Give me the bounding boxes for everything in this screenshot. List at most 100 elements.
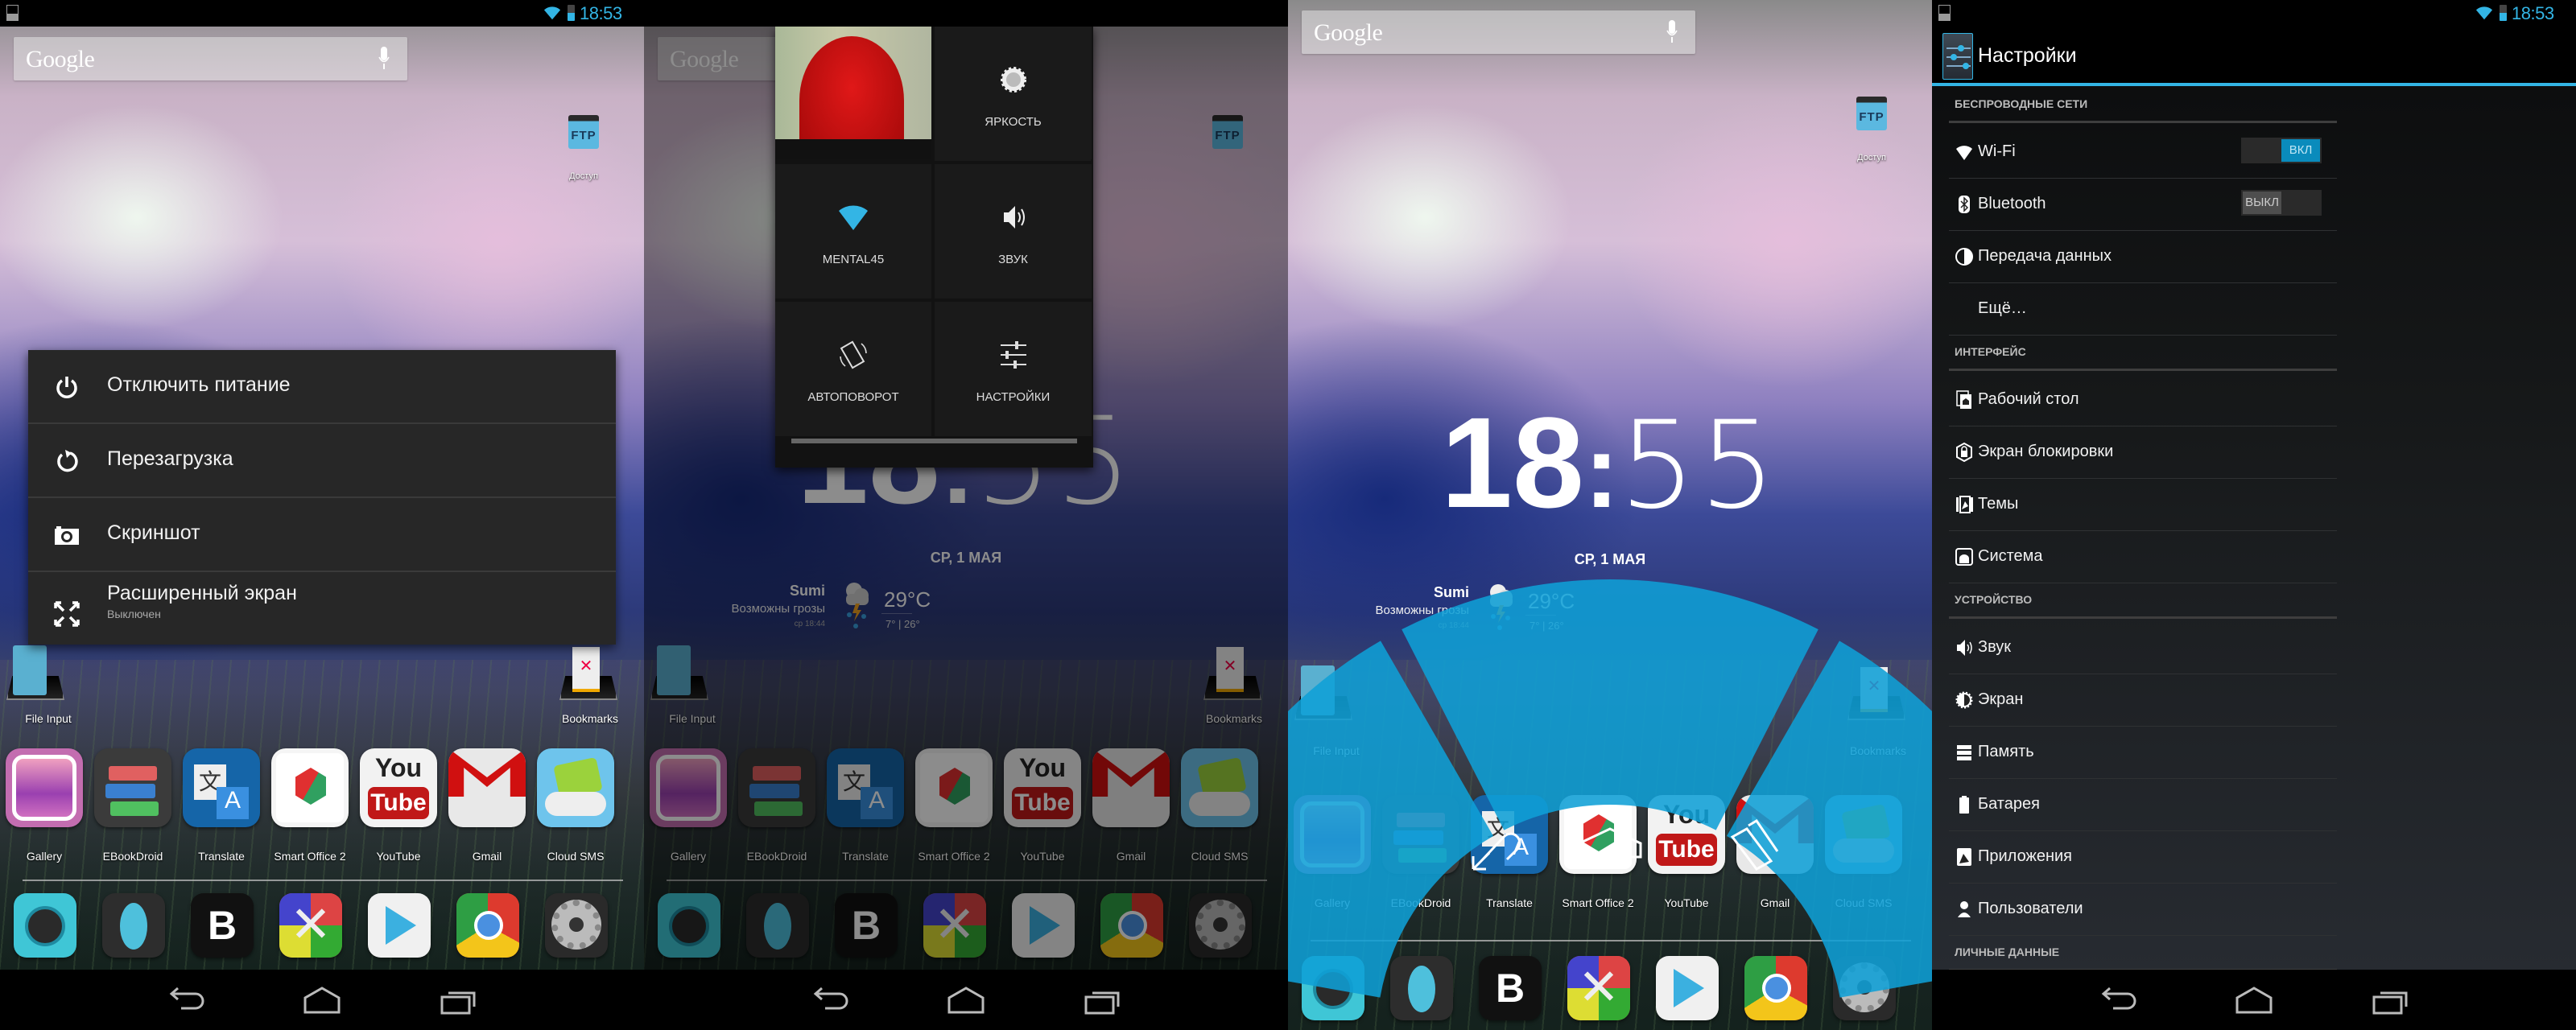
recent-apps-button[interactable]	[439, 984, 479, 1016]
app-youtube[interactable]: YouTube YouTube	[354, 748, 443, 863]
qs-autorotate-tile[interactable]: АВТОПОВОРОТ	[775, 302, 931, 436]
wifi-status-icon	[543, 5, 561, 21]
file-input-label: File Input	[25, 712, 72, 725]
dock-b-app[interactable]: B	[191, 893, 254, 958]
home-button[interactable]	[946, 984, 986, 1016]
settings-item-display[interactable]: Экран	[1949, 674, 2337, 727]
expanded-desktop-status: Выключен	[107, 608, 161, 620]
app-label: Gallery	[26, 850, 63, 863]
app-cloud-sms[interactable]: Cloud SMS	[531, 748, 620, 863]
home-button[interactable]	[302, 984, 342, 1016]
section-title: УСТРОЙСТВО	[1955, 593, 2033, 606]
dock-settings-gear[interactable]	[545, 893, 608, 958]
app-ebookdroid[interactable]: EBookDroid	[89, 748, 177, 863]
toggle-switch[interactable]: ВЫКЛ	[2241, 190, 2322, 216]
power-off-item[interactable]: Отключить питание	[28, 350, 616, 424]
settings-item-storage[interactable]: Память	[1949, 727, 2337, 779]
settings-sliders-icon	[1000, 341, 1026, 369]
battery-status-icon	[568, 5, 575, 21]
app-icon: 文A	[183, 748, 260, 827]
screenshot-notification-icon	[1938, 5, 1951, 21]
launcher-icon	[1956, 390, 1971, 409]
settings-app-icon[interactable]	[1942, 33, 1973, 80]
dock-orbit-app[interactable]	[14, 893, 76, 958]
section-title: ИНТЕРФЕЙС	[1955, 345, 2026, 358]
reboot-item[interactable]: Перезагрузка	[28, 424, 616, 498]
app-smart-office-2[interactable]: Smart Office 2	[266, 748, 354, 863]
dock-x-app[interactable]: ✕	[279, 893, 342, 958]
dock-play-store[interactable]	[368, 893, 431, 958]
ftp-shortcut[interactable]: FTP Доступ	[568, 115, 600, 181]
display-icon	[1955, 691, 1973, 709]
pie-home-icon	[1578, 827, 1642, 859]
mic-icon[interactable]	[378, 47, 390, 71]
app-icon	[94, 748, 171, 827]
dock-s-app[interactable]	[102, 893, 165, 958]
qs-autorotate-label: АВТОПОВОРОТ	[807, 390, 899, 404]
back-button[interactable]	[809, 984, 849, 1016]
app-gmail[interactable]: Gmail	[443, 748, 531, 863]
expand-icon	[54, 601, 80, 627]
reboot-icon	[57, 450, 78, 472]
settings-item-wifi[interactable]: Wi-Fi ВКЛ	[1949, 126, 2337, 179]
app-label: YouTube	[376, 850, 421, 863]
home-button[interactable]	[2234, 984, 2274, 1016]
app-label: Translate	[198, 850, 245, 863]
qs-wifi-tile[interactable]: MENTAL45	[775, 164, 931, 299]
storage-icon	[1957, 745, 1971, 760]
recent-apps-button[interactable]	[2371, 984, 2411, 1016]
navigation-bar	[0, 970, 644, 1030]
app-gallery[interactable]: Gallery	[0, 748, 89, 863]
settings-item-label: Ещё…	[1978, 299, 2027, 317]
settings-item-users[interactable]: Пользователи	[1949, 884, 2337, 936]
ftp-icon: FTP	[568, 115, 599, 149]
power-icon	[56, 377, 77, 398]
qs-brightness-tile[interactable]: ЯРКОСТЬ	[935, 27, 1092, 159]
user-tile[interactable]	[775, 27, 931, 159]
qs-settings-tile[interactable]: НАСТРОЙКИ	[935, 302, 1092, 436]
expanded-desktop-item[interactable]: Расширенный экран Выключен	[28, 572, 616, 645]
settings-item-label: Система	[1978, 547, 2043, 565]
bookmarks-folder[interactable]: ✕	[559, 644, 620, 700]
google-search-bar[interactable]: Google	[14, 37, 407, 80]
settings-item-bluetooth[interactable]: Bluetooth ВЫКЛ	[1949, 179, 2337, 231]
app-icon	[448, 748, 526, 827]
recent-apps-button[interactable]	[1083, 984, 1123, 1016]
ftp-label: Доступ	[569, 171, 598, 181]
app-translate[interactable]: 文 A Translate	[177, 748, 266, 863]
settings-item-data-usage[interactable]: Передача данных	[1949, 231, 2337, 283]
settings-item-lock[interactable]: Экран блокировки	[1949, 426, 2337, 479]
settings-item-battery[interactable]: Батарея	[1949, 779, 2337, 831]
back-button[interactable]	[165, 984, 205, 1016]
settings-item-sound[interactable]: Звук	[1949, 622, 2337, 674]
section-title: ЛИЧНЫЕ ДАННЫЕ	[1955, 946, 2060, 958]
navigation-bar	[644, 970, 1288, 1030]
status-bar[interactable]: 18:53	[0, 0, 644, 27]
settings-item-label: Память	[1978, 743, 2034, 760]
status-bar[interactable]: 18:53	[1932, 0, 2576, 27]
back-button[interactable]	[2097, 984, 2137, 1016]
dock-chrome[interactable]	[456, 893, 519, 958]
settings-item-themes[interactable]: Темы	[1949, 479, 2337, 531]
file-input-folder[interactable]	[6, 644, 67, 700]
sound-icon	[1003, 206, 1025, 229]
app-label: Smart Office 2	[274, 850, 346, 863]
screen-power-menu: 18:53 Google FTP Доступ File Input ✕ Boo…	[0, 0, 644, 1030]
qs-brightness-slider[interactable]	[791, 439, 1077, 443]
toggle-switch[interactable]: ВКЛ	[2241, 138, 2322, 163]
qs-settings-label: НАСТРОЙКИ	[976, 390, 1051, 404]
settings-item-system[interactable]: Система	[1949, 531, 2337, 583]
camera-icon	[55, 526, 79, 545]
screenshot-item[interactable]: Скриншот	[28, 498, 616, 572]
settings-item-launcher[interactable]: Рабочий стол	[1949, 374, 2337, 426]
qs-sound-tile[interactable]: ЗВУК	[935, 164, 1092, 299]
settings-item-more[interactable]: Ещё…	[1949, 283, 2337, 336]
status-bar[interactable]	[644, 0, 1288, 27]
app-label: Gmail	[472, 850, 502, 863]
screenshot-label: Скриншот	[107, 521, 200, 544]
screenshot-notification-icon	[6, 5, 19, 21]
settings-item-apps[interactable]: Приложения	[1949, 831, 2337, 884]
wifi-status-icon	[2475, 5, 2493, 21]
app-icon	[6, 748, 83, 827]
page-title: Настройки	[1978, 44, 2077, 67]
